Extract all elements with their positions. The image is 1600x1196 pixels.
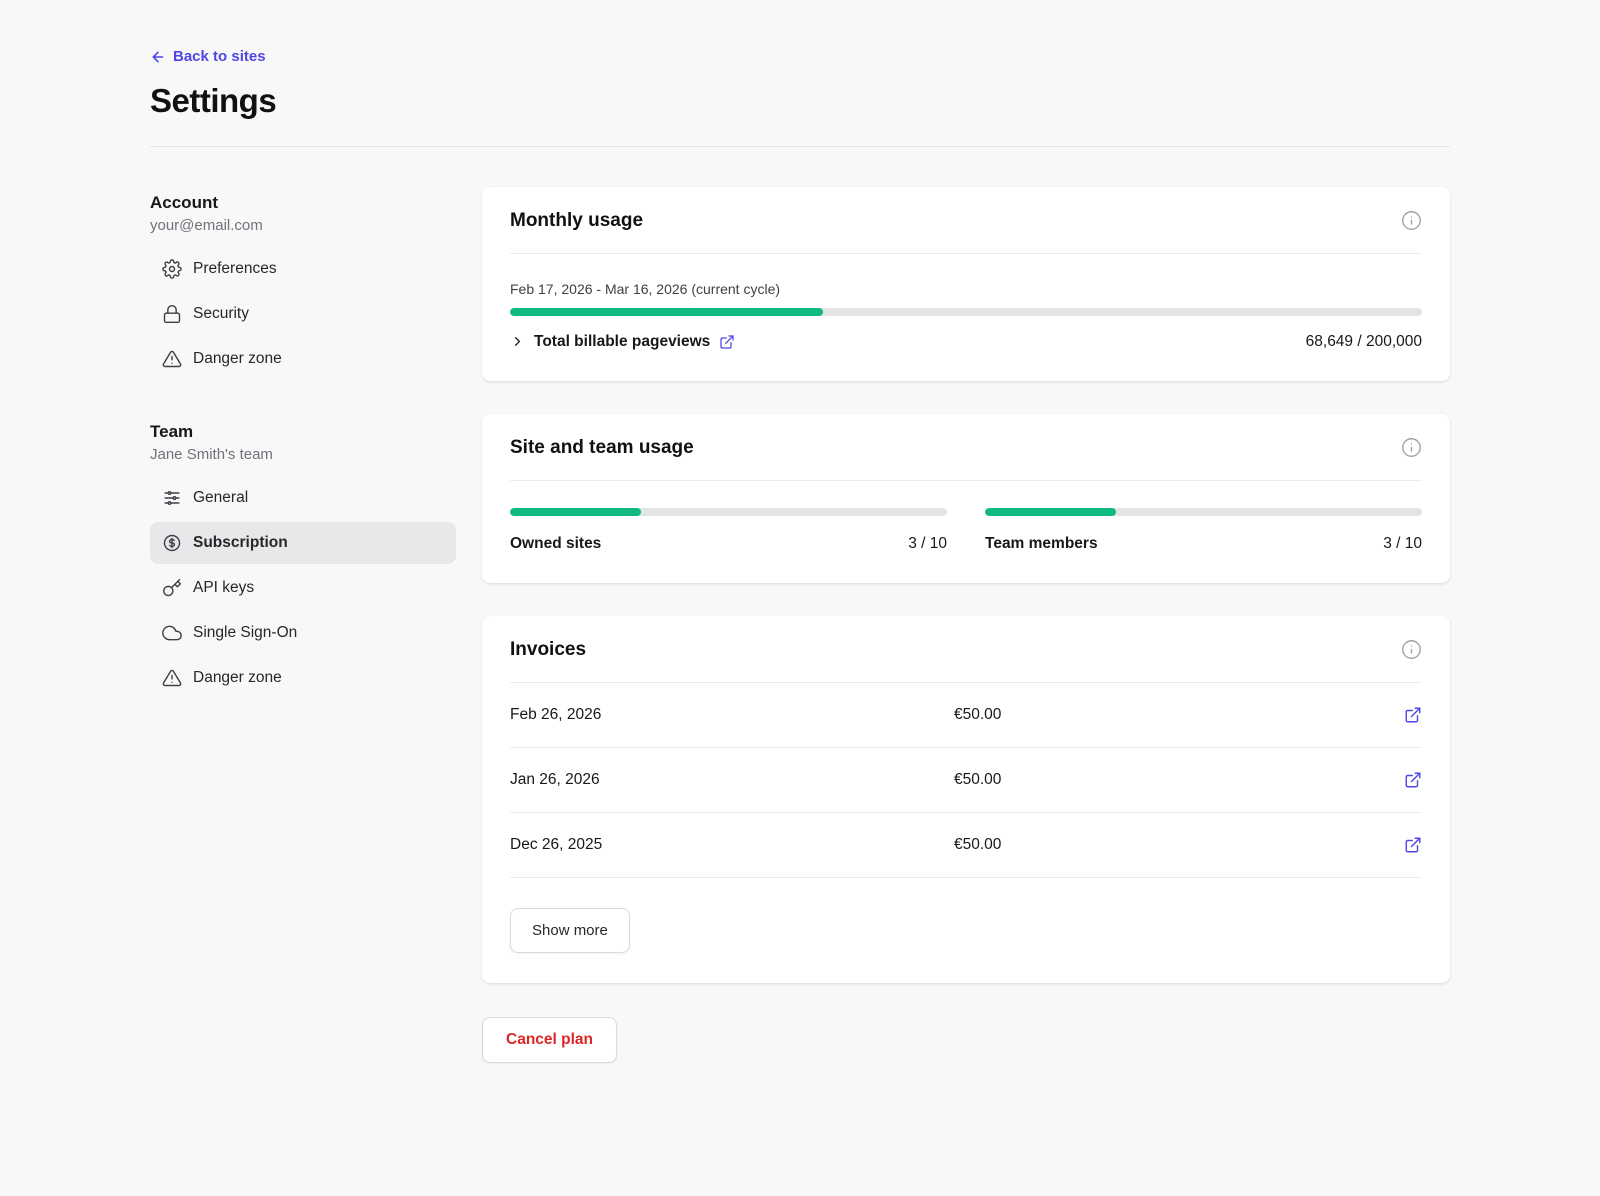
account-heading: Account bbox=[150, 193, 456, 213]
info-icon bbox=[1401, 437, 1422, 458]
back-to-sites-label: Back to sites bbox=[173, 48, 266, 65]
page-header: Back to sites Settings bbox=[150, 48, 1450, 120]
owned-sites-meter: Owned sites 3 / 10 bbox=[510, 508, 947, 553]
external-link-icon bbox=[1404, 771, 1422, 789]
sidebar-item-danger-zone-account[interactable]: Danger zone bbox=[150, 338, 456, 380]
invoice-row: Dec 26, 2025 €50.00 bbox=[510, 813, 1422, 878]
site-team-usage-info-button[interactable] bbox=[1401, 437, 1422, 458]
adjustments-icon bbox=[162, 488, 182, 508]
sidebar-item-subscription[interactable]: Subscription bbox=[150, 522, 456, 564]
sidebar-item-label: Subscription bbox=[193, 534, 288, 552]
monthly-usage-card: Monthly usage Feb 17, 2026 - Mar 16, 202… bbox=[482, 187, 1450, 381]
sidebar-team-section: Team Jane Smith's team General Subscript… bbox=[150, 422, 456, 699]
team-members-progress-fill bbox=[985, 508, 1116, 516]
invoice-date: Dec 26, 2025 bbox=[510, 836, 954, 854]
pageviews-label: Total billable pageviews bbox=[534, 333, 710, 351]
lock-icon bbox=[162, 304, 182, 324]
main-content: Monthly usage Feb 17, 2026 - Mar 16, 202… bbox=[482, 187, 1450, 1063]
team-heading: Team bbox=[150, 422, 456, 442]
currency-circle-icon bbox=[162, 533, 182, 553]
owned-sites-label: Owned sites bbox=[510, 535, 601, 553]
account-nav: Preferences Security Danger zone bbox=[150, 248, 456, 380]
chevron-right-icon bbox=[510, 334, 525, 349]
sidebar-item-preferences[interactable]: Preferences bbox=[150, 248, 456, 290]
cancel-plan-button[interactable]: Cancel plan bbox=[482, 1017, 617, 1063]
team-members-value: 3 / 10 bbox=[1383, 535, 1422, 553]
sidebar-item-api-keys[interactable]: API keys bbox=[150, 567, 456, 609]
sidebar-item-label: API keys bbox=[193, 579, 254, 597]
billing-cycle-label: Feb 17, 2026 - Mar 16, 2026 (current cyc… bbox=[510, 281, 1422, 297]
team-nav: General Subscription API keys bbox=[150, 477, 456, 699]
sidebar-item-label: General bbox=[193, 489, 248, 507]
arrow-left-icon bbox=[150, 49, 166, 65]
cloud-icon bbox=[162, 623, 182, 643]
pageviews-progress-fill bbox=[510, 308, 823, 316]
account-email: your@email.com bbox=[150, 217, 456, 234]
warning-triangle-icon bbox=[162, 349, 182, 369]
page-title: Settings bbox=[150, 82, 1450, 120]
invoice-row: Feb 26, 2026 €50.00 bbox=[510, 683, 1422, 748]
owned-sites-value: 3 / 10 bbox=[908, 535, 947, 553]
site-team-usage-title: Site and team usage bbox=[510, 437, 694, 459]
invoice-date: Jan 26, 2026 bbox=[510, 771, 954, 789]
team-name: Jane Smith's team bbox=[150, 446, 456, 463]
sidebar-item-label: Security bbox=[193, 305, 249, 323]
sidebar-item-security[interactable]: Security bbox=[150, 293, 456, 335]
invoice-date: Feb 26, 2026 bbox=[510, 706, 954, 724]
gear-icon bbox=[162, 259, 182, 279]
invoices-card: Invoices Feb 26, 2026 €50.00 bbox=[482, 616, 1450, 983]
header-divider bbox=[150, 146, 1450, 147]
team-members-meter: Team members 3 / 10 bbox=[985, 508, 1422, 553]
invoice-amount: €50.00 bbox=[954, 771, 1398, 789]
settings-sidebar: Account your@email.com Preferences Secur… bbox=[150, 187, 456, 699]
invoice-amount: €50.00 bbox=[954, 706, 1398, 724]
show-more-button[interactable]: Show more bbox=[510, 908, 630, 953]
external-link-icon bbox=[1404, 836, 1422, 854]
invoice-external-link[interactable] bbox=[1404, 836, 1422, 854]
sidebar-item-label: Danger zone bbox=[193, 350, 282, 368]
invoice-external-link[interactable] bbox=[1404, 771, 1422, 789]
pageviews-external-link[interactable] bbox=[719, 334, 735, 350]
monthly-usage-title: Monthly usage bbox=[510, 210, 643, 232]
pageviews-usage-value: 68,649 / 200,000 bbox=[1306, 333, 1422, 351]
sidebar-item-danger-zone-team[interactable]: Danger zone bbox=[150, 657, 456, 699]
external-link-icon bbox=[719, 334, 735, 350]
info-icon bbox=[1401, 639, 1422, 660]
invoices-title: Invoices bbox=[510, 639, 586, 661]
sidebar-item-label: Single Sign-On bbox=[193, 624, 297, 642]
sidebar-item-label: Danger zone bbox=[193, 669, 282, 687]
monthly-usage-info-button[interactable] bbox=[1401, 210, 1422, 231]
owned-sites-progress-fill bbox=[510, 508, 641, 516]
owned-sites-progress-track bbox=[510, 508, 947, 516]
invoices-info-button[interactable] bbox=[1401, 639, 1422, 660]
warning-triangle-icon bbox=[162, 668, 182, 688]
back-to-sites-link[interactable]: Back to sites bbox=[150, 48, 266, 65]
settings-page: Back to sites Settings Account your@emai… bbox=[0, 0, 1600, 1196]
sidebar-item-label: Preferences bbox=[193, 260, 277, 278]
site-team-usage-card: Site and team usage Owned sites 3 / 10 bbox=[482, 414, 1450, 583]
pageviews-expander-button[interactable]: Total billable pageviews bbox=[510, 333, 710, 351]
key-icon bbox=[162, 578, 182, 598]
sidebar-account-section: Account your@email.com Preferences Secur… bbox=[150, 193, 456, 380]
pageviews-progress-track bbox=[510, 308, 1422, 316]
team-members-label: Team members bbox=[985, 535, 1098, 553]
info-icon bbox=[1401, 210, 1422, 231]
sidebar-item-general[interactable]: General bbox=[150, 477, 456, 519]
invoice-amount: €50.00 bbox=[954, 836, 1398, 854]
invoice-row: Jan 26, 2026 €50.00 bbox=[510, 748, 1422, 813]
external-link-icon bbox=[1404, 706, 1422, 724]
invoice-external-link[interactable] bbox=[1404, 706, 1422, 724]
team-members-progress-track bbox=[985, 508, 1422, 516]
sidebar-item-single-sign-on[interactable]: Single Sign-On bbox=[150, 612, 456, 654]
